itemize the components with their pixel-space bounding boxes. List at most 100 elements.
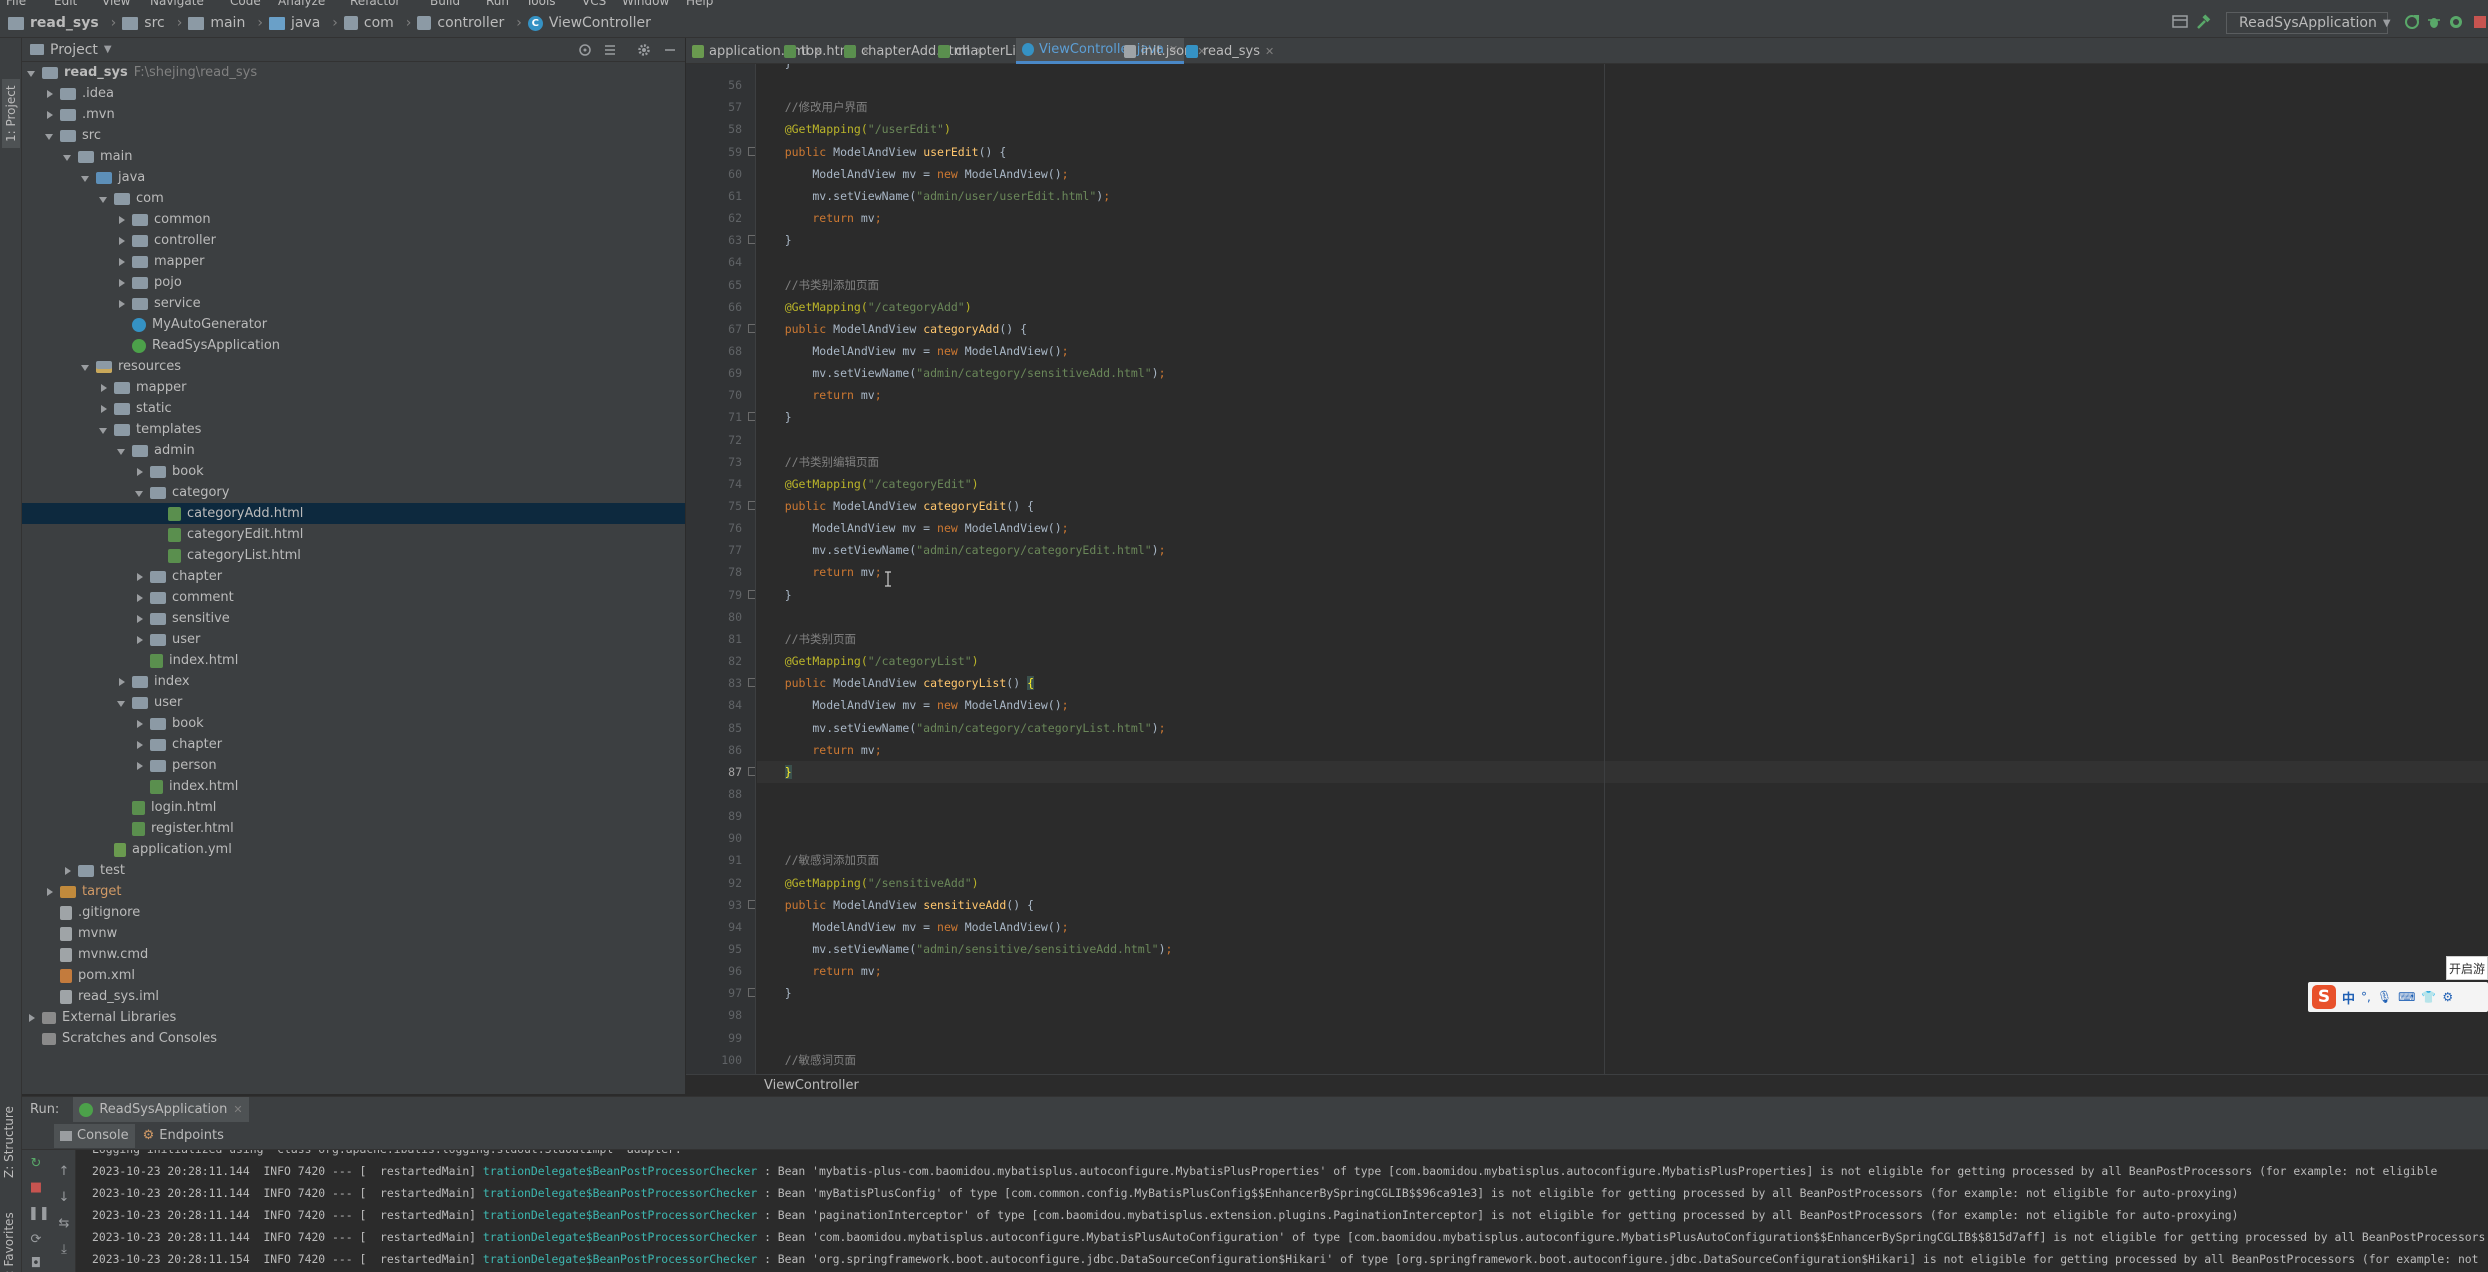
tree-item[interactable]: index bbox=[22, 671, 685, 692]
tree-item[interactable]: .gitignore bbox=[22, 902, 685, 923]
log-class-link[interactable]: trationDelegate$BeanPostProcessorChecker bbox=[483, 1164, 757, 1178]
microphone-icon[interactable]: 🎙 bbox=[2377, 990, 2392, 1004]
tree-item[interactable]: book bbox=[22, 461, 685, 482]
stop-icon[interactable] bbox=[2472, 14, 2488, 30]
keyboard-icon[interactable]: ⌨ bbox=[2398, 990, 2415, 1004]
tree-item[interactable]: MyAutoGenerator bbox=[22, 314, 685, 335]
ime-mode[interactable]: 中 bbox=[2342, 988, 2355, 1007]
tree-item[interactable]: com bbox=[22, 188, 685, 209]
menu-item-file[interactable]: File bbox=[6, 0, 26, 8]
tree-item[interactable]: .idea bbox=[22, 83, 685, 104]
arrow-down-icon[interactable]: ↓ bbox=[56, 1190, 72, 1206]
chevron-down-icon[interactable]: ▼ bbox=[104, 44, 112, 55]
chevron-right-icon[interactable] bbox=[44, 109, 56, 121]
fold-marker-icon[interactable] bbox=[748, 412, 755, 421]
tree-item[interactable]: user bbox=[22, 692, 685, 713]
menu-item-analyze[interactable]: Analyze bbox=[278, 0, 325, 8]
tree-item[interactable]: chapter bbox=[22, 566, 685, 587]
run-config-tab[interactable]: ReadSysApplication ✕ bbox=[73, 1096, 249, 1123]
log-class-link[interactable]: trationDelegate$BeanPostProcessorChecker bbox=[483, 1186, 757, 1200]
tree-item[interactable]: service bbox=[22, 293, 685, 314]
menu-item-navigate[interactable]: Navigate bbox=[150, 0, 204, 8]
menu-item-vcs[interactable]: VCS bbox=[582, 0, 606, 8]
tree-item[interactable]: pom.xml bbox=[22, 965, 685, 986]
project-panel-title[interactable]: Project bbox=[50, 42, 98, 58]
chevron-right-icon[interactable] bbox=[98, 403, 110, 415]
tree-item[interactable]: book bbox=[22, 713, 685, 734]
fold-marker-icon[interactable] bbox=[748, 590, 755, 599]
tree-item[interactable]: resources bbox=[22, 356, 685, 377]
menu-item-edit[interactable]: Edit bbox=[54, 0, 77, 8]
chevron-right-icon[interactable] bbox=[116, 277, 128, 289]
run-configuration-select[interactable]: ReadSysApplication ▼ bbox=[2226, 12, 2391, 34]
fold-marker-icon[interactable] bbox=[748, 678, 755, 687]
tree-item[interactable]: pojo bbox=[22, 272, 685, 293]
menu-item-tools[interactable]: Tools bbox=[526, 0, 556, 8]
tree-item[interactable]: java bbox=[22, 167, 685, 188]
chevron-right-icon[interactable] bbox=[116, 298, 128, 310]
breadcrumb-item-com[interactable]: com bbox=[364, 15, 394, 31]
soft-wrap-icon[interactable]: ⇆ bbox=[56, 1216, 72, 1232]
build-hammer-icon[interactable] bbox=[2196, 14, 2212, 30]
menu-item-window[interactable]: Window bbox=[622, 0, 669, 8]
menu-item-run[interactable]: Run bbox=[486, 0, 509, 8]
gear-icon[interactable] bbox=[636, 42, 652, 58]
project-tool-tab[interactable]: 1: Project bbox=[2, 79, 20, 148]
tree-item[interactable]: target bbox=[22, 881, 685, 902]
tree-item[interactable]: sensitive bbox=[22, 608, 685, 629]
tree-item[interactable]: admin bbox=[22, 440, 685, 461]
tree-item[interactable]: static bbox=[22, 398, 685, 419]
tree-item[interactable]: person bbox=[22, 755, 685, 776]
menu-item-build[interactable]: Build bbox=[430, 0, 460, 8]
tree-item[interactable]: user bbox=[22, 629, 685, 650]
breadcrumb-item-java[interactable]: java bbox=[291, 15, 320, 31]
tree-item[interactable]: register.html bbox=[22, 818, 685, 839]
chevron-right-icon[interactable] bbox=[116, 256, 128, 268]
chevron-down-icon[interactable] bbox=[116, 697, 128, 709]
toolbox-icon[interactable]: ⚙ bbox=[2442, 990, 2453, 1004]
tree-item[interactable]: mapper bbox=[22, 377, 685, 398]
tree-item[interactable]: mapper bbox=[22, 251, 685, 272]
chevron-right-icon[interactable] bbox=[116, 676, 128, 688]
favorites-tool-tab[interactable]: 2: Favorites bbox=[2, 1212, 16, 1272]
tree-item[interactable]: mvnw.cmd bbox=[22, 944, 685, 965]
collapse-all-icon[interactable] bbox=[602, 42, 618, 58]
chevron-right-icon[interactable] bbox=[116, 235, 128, 247]
chevron-down-icon[interactable] bbox=[134, 487, 146, 499]
locate-icon[interactable] bbox=[577, 42, 593, 58]
sogou-logo-icon[interactable]: S bbox=[2312, 985, 2336, 1009]
fold-marker-icon[interactable] bbox=[748, 235, 755, 244]
restart-icon[interactable]: ⟳ bbox=[28, 1232, 44, 1248]
chevron-right-icon[interactable] bbox=[134, 760, 146, 772]
fold-marker-icon[interactable] bbox=[748, 767, 755, 776]
chevron-down-icon[interactable] bbox=[116, 445, 128, 457]
tree-item[interactable]: categoryEdit.html bbox=[22, 524, 685, 545]
fold-marker-icon[interactable] bbox=[748, 988, 755, 997]
tree-item[interactable]: comment bbox=[22, 587, 685, 608]
camera-icon[interactable]: ◘ bbox=[28, 1256, 44, 1272]
chevron-right-icon[interactable] bbox=[134, 466, 146, 478]
chevron-right-icon[interactable] bbox=[134, 634, 146, 646]
tree-item[interactable]: mvnw bbox=[22, 923, 685, 944]
editor-tab[interactable]: read_sys ✕ bbox=[1180, 38, 1280, 64]
debug-bug-icon[interactable] bbox=[2426, 14, 2442, 30]
fold-marker-icon[interactable] bbox=[748, 324, 755, 333]
stop-icon[interactable]: ■ bbox=[28, 1180, 44, 1196]
chevron-down-icon[interactable] bbox=[98, 193, 110, 205]
close-icon[interactable]: ✕ bbox=[233, 1103, 242, 1116]
chevron-right-icon[interactable] bbox=[134, 592, 146, 604]
tree-item[interactable]: index.html bbox=[22, 650, 685, 671]
rerun-icon[interactable]: ↻ bbox=[28, 1156, 44, 1172]
layout-icon[interactable] bbox=[2172, 14, 2188, 30]
chevron-right-icon[interactable] bbox=[26, 1012, 38, 1024]
hide-panel-icon[interactable] bbox=[662, 42, 678, 58]
breadcrumb-item-class[interactable]: ViewController bbox=[549, 15, 651, 31]
breadcrumb-item-main[interactable]: main bbox=[210, 15, 245, 31]
tree-item[interactable]: .mvn bbox=[22, 104, 685, 125]
tree-item[interactable]: category bbox=[22, 482, 685, 503]
structure-tool-tab[interactable]: Z: Structure bbox=[2, 1106, 16, 1178]
fold-marker-icon[interactable] bbox=[748, 501, 755, 510]
breadcrumb-item-controller[interactable]: controller bbox=[437, 15, 504, 31]
rerun-icon[interactable] bbox=[2404, 14, 2420, 30]
chevron-down-icon[interactable] bbox=[44, 130, 56, 142]
